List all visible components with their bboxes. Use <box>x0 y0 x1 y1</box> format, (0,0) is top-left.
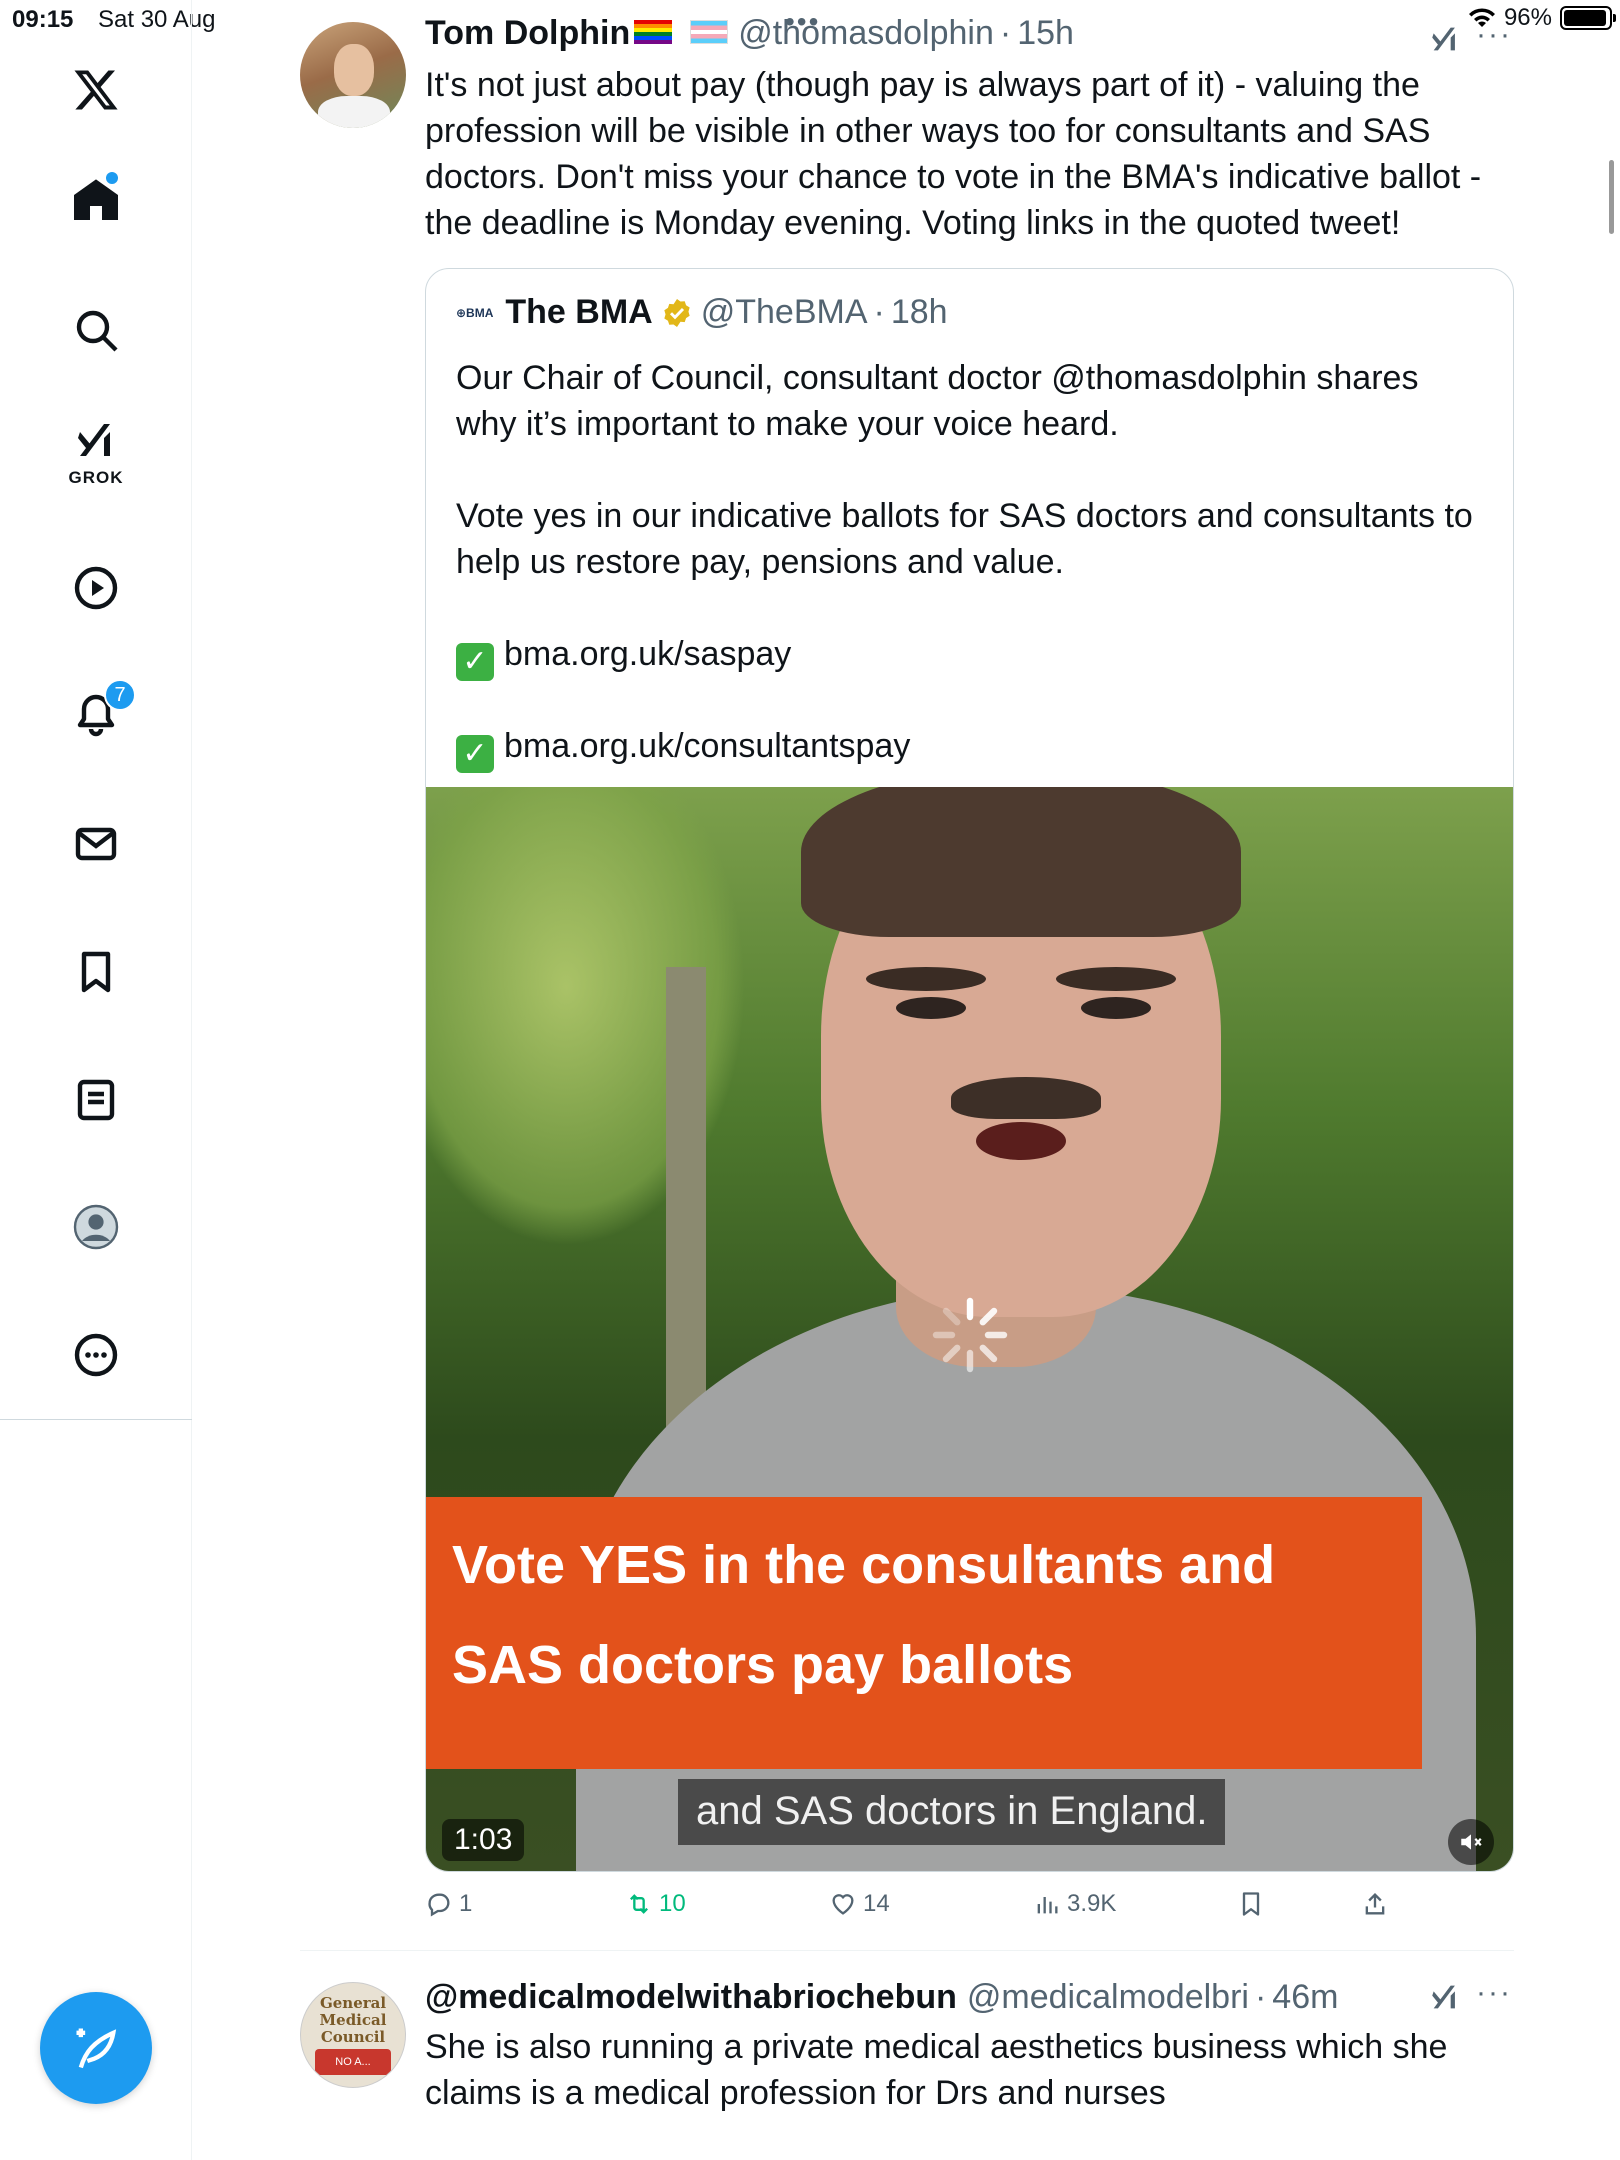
bookmark-icon <box>1242 1892 1260 1916</box>
avatar[interactable] <box>300 22 406 128</box>
views-button[interactable]: 3.9K <box>1033 1890 1116 1918</box>
muted-speaker-icon <box>1461 1834 1482 1850</box>
grok-label: GROK <box>68 468 124 487</box>
quote-author[interactable]: The BMA <box>505 293 652 332</box>
bookmark-button[interactable] <box>1237 1890 1265 1918</box>
video-banner: Vote YES in the consultants and SAS doct… <box>426 1497 1422 1769</box>
quote-link-1[interactable]: bma.org.uk/saspay <box>504 635 791 673</box>
tweet-header: Tom Dolphin @thomasdolphin · 15h <box>425 14 1074 53</box>
grok-icon[interactable]: GROK <box>0 400 192 500</box>
battery-fill <box>1564 10 1607 26</box>
video-banner-line-2: SAS doctors pay ballots <box>452 1635 1074 1695</box>
retweet-button[interactable]: 10 <box>625 1890 686 1918</box>
more-icon[interactable] <box>0 1305 192 1405</box>
trans-flag-icon <box>690 20 729 44</box>
views-chart-icon <box>1037 1897 1058 1914</box>
tweet-header: @medicalmodelwithabriochebun @medicalmod… <box>425 1978 1338 2017</box>
sidebar: GROK 7 <box>0 0 192 2160</box>
x-logo-icon[interactable] <box>0 40 192 140</box>
reply-icon <box>428 1893 450 1917</box>
quote-time[interactable]: 18h <box>891 293 948 332</box>
messages-icon[interactable] <box>0 794 192 894</box>
grok-explain-icon[interactable] <box>1428 1980 1462 2014</box>
view-count: 3.9K <box>1067 1890 1117 1917</box>
video-banner-line-1: Vote YES in the consultants and <box>452 1535 1276 1595</box>
tweet-time[interactable]: 46m <box>1272 1978 1338 2017</box>
tweet-actions: 1 10 14 3.9K <box>425 1890 1515 1930</box>
quote-header: ⊕BMA The BMA @TheBMA · 18h <box>456 293 948 332</box>
avatar[interactable]: General Medical Council NO A... <box>300 1982 406 2088</box>
grok-explain-icon[interactable] <box>1428 22 1462 56</box>
compose-feather-icon <box>76 2028 117 2069</box>
heart-icon <box>832 1894 854 1915</box>
tweet-divider <box>300 1950 1514 1951</box>
avatar-stamp: NO A... <box>315 2049 391 2075</box>
video-person-eye <box>896 997 966 1019</box>
check-mark-icon: ✓ <box>456 643 494 681</box>
video-person-brow <box>1056 967 1176 991</box>
retweet-icon <box>630 1894 648 1914</box>
compose-button[interactable] <box>40 1992 152 2104</box>
bma-logo: ⊕BMA <box>456 305 494 320</box>
like-button[interactable]: 14 <box>829 1890 890 1918</box>
lists-icon[interactable] <box>0 1050 192 1150</box>
share-icon <box>1365 1893 1385 1915</box>
quoted-tweet[interactable]: ⊕BMA The BMA @TheBMA · 18h Our Chair of … <box>425 268 1514 1872</box>
notifications-badge: 7 <box>104 679 136 711</box>
reply-button[interactable]: 1 <box>425 1890 472 1918</box>
search-icon[interactable] <box>0 280 192 380</box>
video-person-hair <box>801 787 1241 937</box>
mute-button[interactable] <box>1448 1819 1494 1865</box>
tweet-author[interactable]: Tom Dolphin <box>425 14 630 53</box>
verified-badge-icon <box>664 298 690 327</box>
profile-icon[interactable] <box>0 1177 192 1277</box>
sidebar-divider <box>0 1419 192 1420</box>
video-person-eye <box>1081 997 1151 1019</box>
tweet-handle[interactable]: @medicalmodelbri <box>967 1978 1249 2017</box>
avatar-face <box>334 44 374 96</box>
scrollbar[interactable] <box>1609 160 1614 234</box>
quote-link-row-1: ✓ bma.org.uk/saspay <box>456 631 1486 681</box>
tweet-more-icon[interactable]: ··· <box>1476 18 1512 52</box>
bookmarks-icon[interactable] <box>0 922 192 1022</box>
tweet-separator: · <box>1254 1978 1267 2016</box>
reply-count: 1 <box>459 1890 473 1917</box>
home-unread-dot <box>106 172 118 184</box>
share-button[interactable] <box>1361 1890 1389 1918</box>
quote-separator: · <box>873 293 885 331</box>
check-mark-icon: ✓ <box>456 735 494 773</box>
video-person-brow <box>866 967 986 991</box>
video-player[interactable]: Vote YES in the consultants and SAS doct… <box>426 787 1513 1871</box>
retweet-count: 10 <box>659 1890 686 1917</box>
avatar-shirt <box>318 96 390 128</box>
quote-link-row-2: ✓ bma.org.uk/consultantspay <box>456 723 1486 773</box>
like-count: 14 <box>863 1890 890 1917</box>
tweet-more-icon[interactable]: ··· <box>1476 1976 1512 2010</box>
tweet-separator: · <box>999 14 1012 52</box>
notifications-icon[interactable]: 7 <box>0 665 192 765</box>
rainbow-flag-icon <box>634 20 673 44</box>
quote-paragraph-2: Vote yes in our indicative ballots for S… <box>456 497 1473 581</box>
video-icon[interactable] <box>0 538 192 638</box>
quote-handle[interactable]: @TheBMA <box>701 293 868 332</box>
video-duration: 1:03 <box>442 1819 525 1861</box>
battery-icon <box>1560 6 1616 30</box>
video-person-mouth <box>976 1122 1066 1160</box>
video-caption: and SAS doctors in England. <box>678 1779 1226 1845</box>
home-icon[interactable] <box>0 150 192 250</box>
loading-spinner-icon <box>932 1297 1008 1373</box>
quote-paragraph-1: Our Chair of Council, consultant doctor … <box>456 359 1419 443</box>
tweet-handle[interactable]: @thomasdolphin <box>738 14 994 53</box>
tweet-time[interactable]: 15h <box>1017 14 1074 53</box>
avatar-text: General Medical Council <box>319 1994 387 2046</box>
video-person-mustache <box>951 1077 1101 1119</box>
tweet-author[interactable]: @medicalmodelwithabriochebun <box>425 1978 957 2017</box>
quote-link-2[interactable]: bma.org.uk/consultantspay <box>504 727 910 765</box>
tweet-text: She is also running a private medical ae… <box>425 2028 1448 2112</box>
tweet-text: It's not just about pay (though pay is a… <box>425 66 1482 242</box>
